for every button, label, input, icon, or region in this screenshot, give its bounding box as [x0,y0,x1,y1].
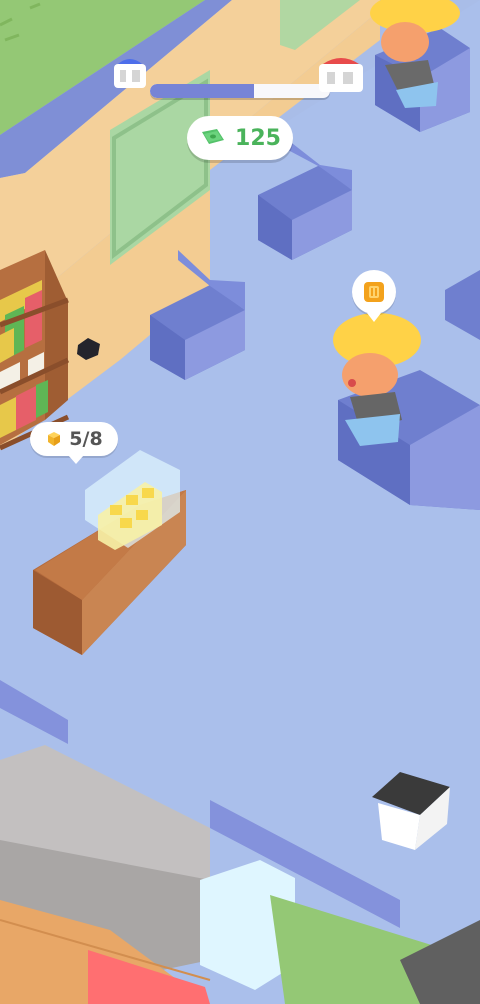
ticket-icon [364,282,384,302]
stock-counter-bubble: 5/8 [30,422,118,464]
game-stage: 125 5/8 [0,0,480,1004]
customer-request-bubble [352,270,396,322]
level-progress-track [150,84,330,98]
level-progress-fill [150,84,255,98]
cube-icon [48,432,61,446]
stock-label: 5/8 [69,428,103,450]
money-counter: 125 [187,116,293,160]
house-icon [319,58,363,92]
money-value: 125 [235,125,281,151]
cash-icon [202,129,225,144]
level-progress-hud [108,52,372,100]
house-icon [114,59,146,88]
